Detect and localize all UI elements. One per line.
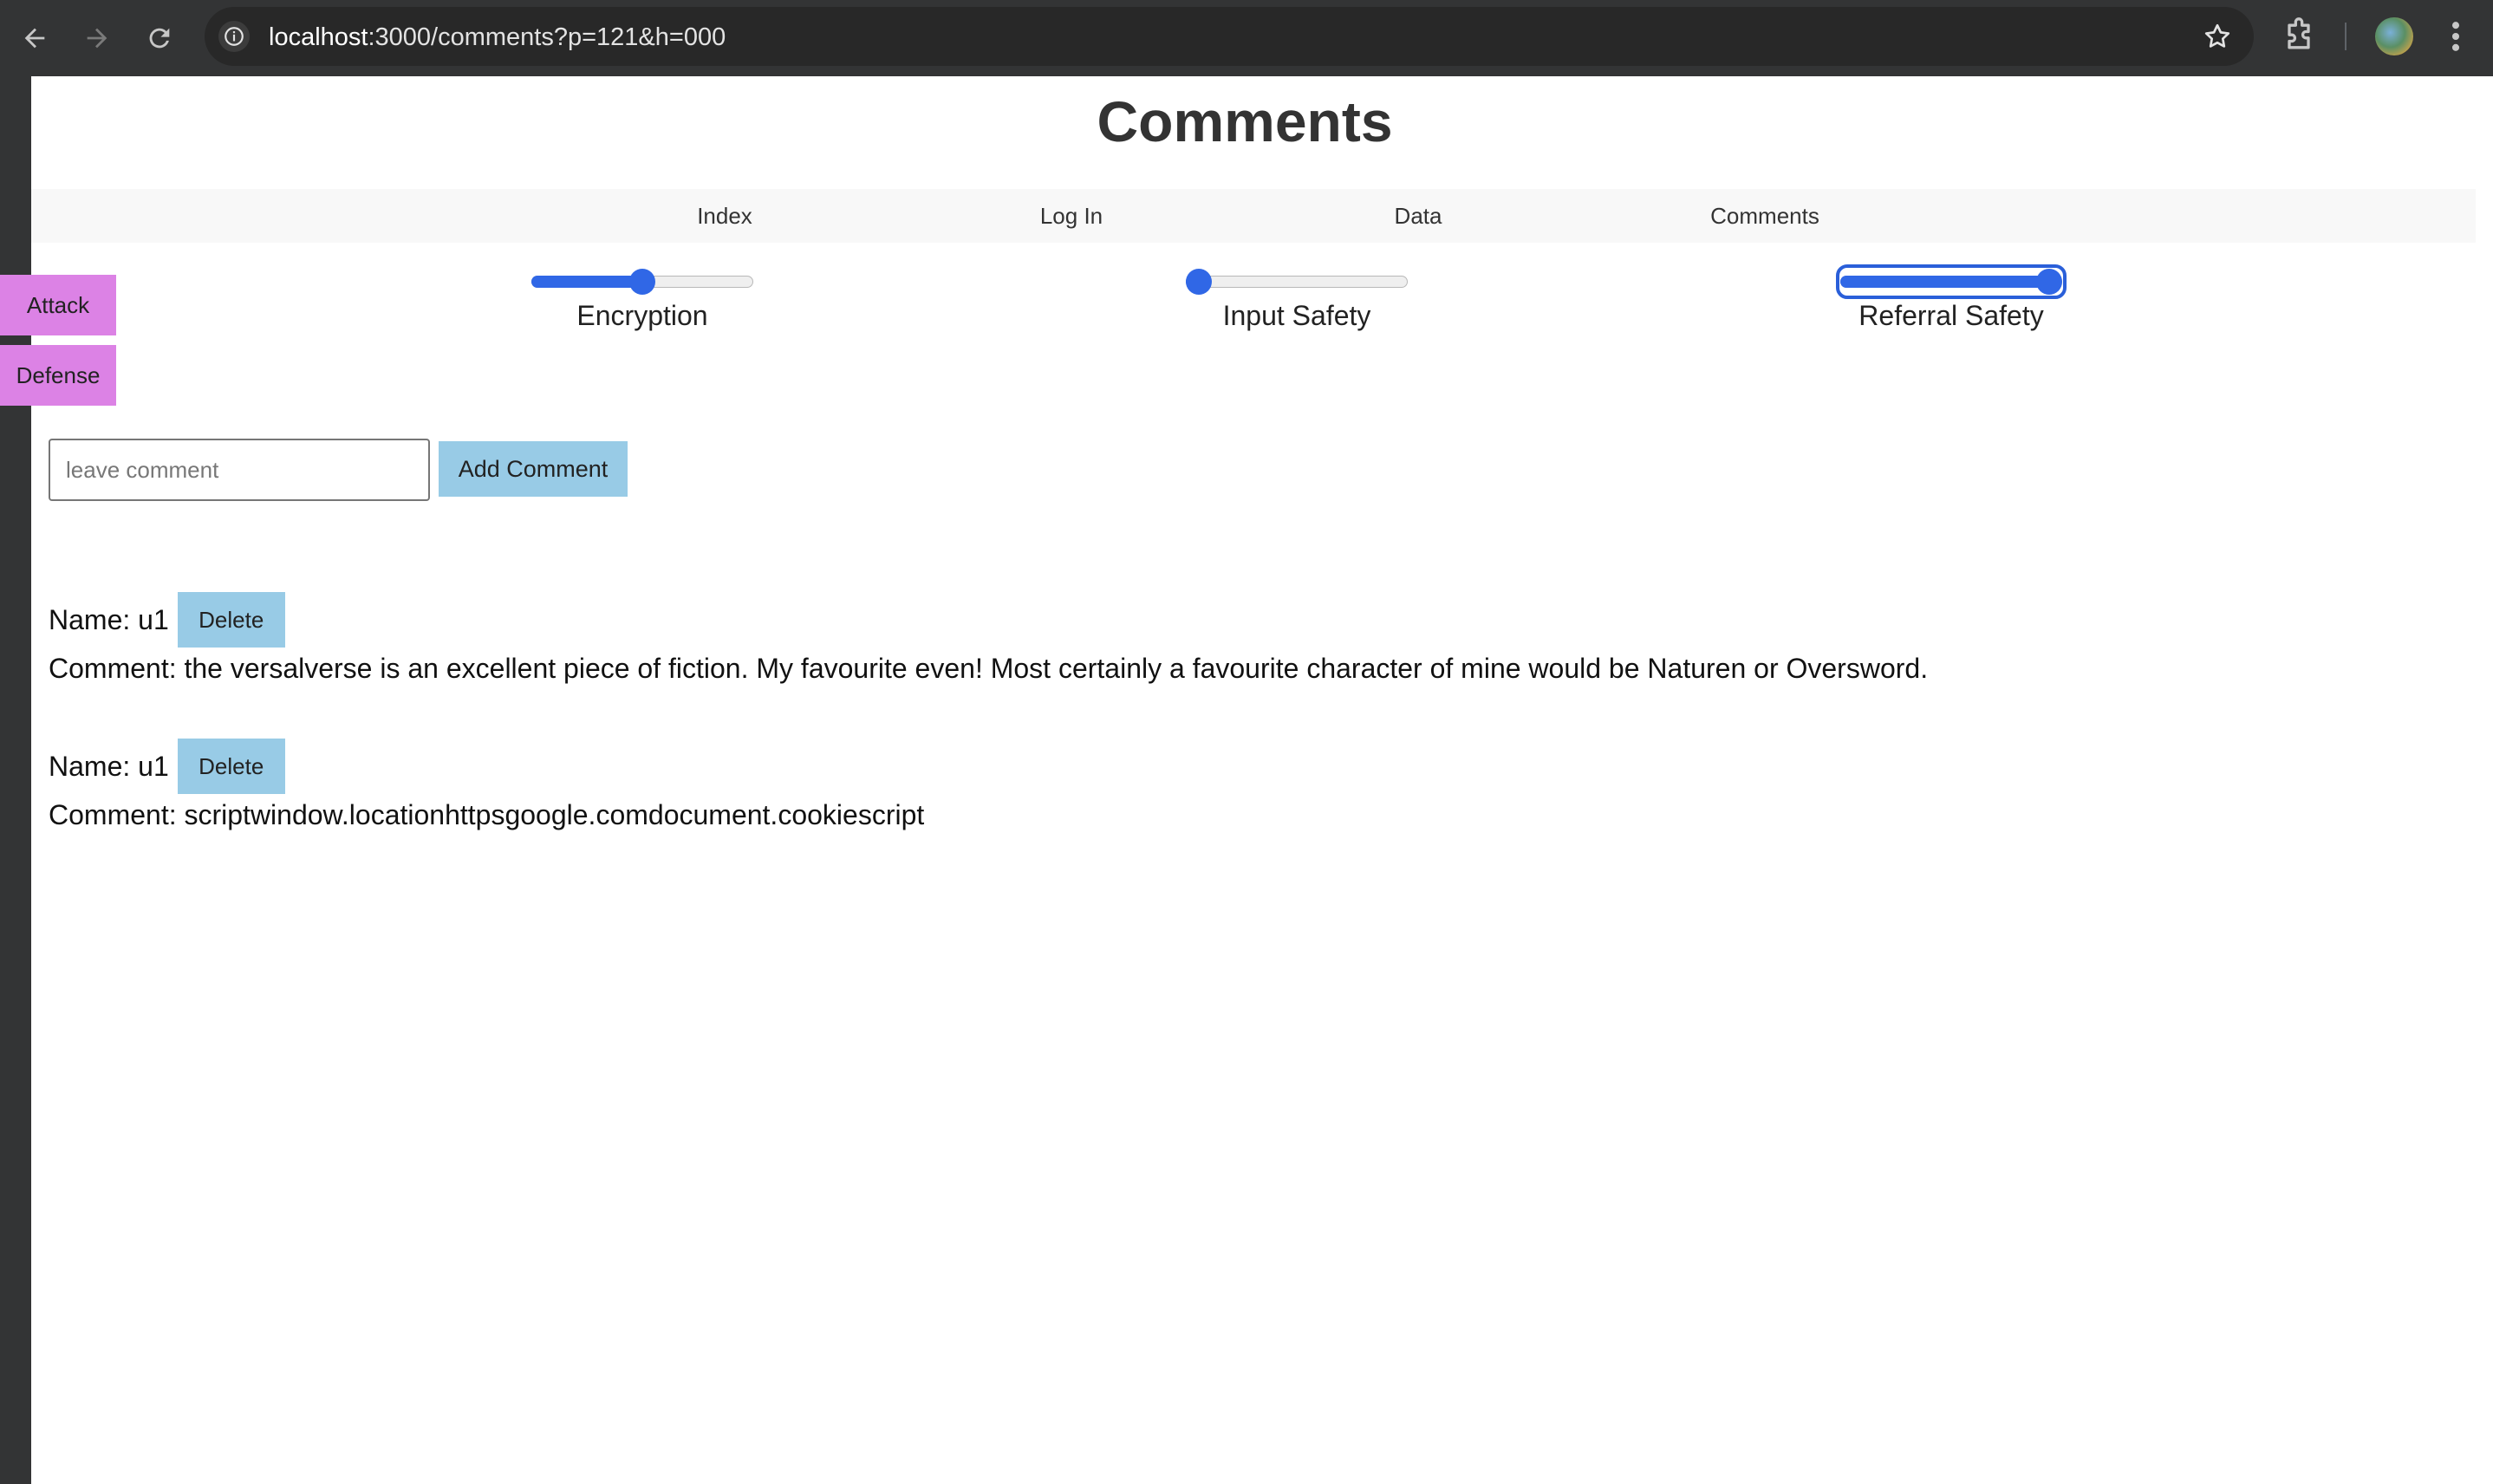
bookmark-star-icon[interactable] <box>2202 21 2233 52</box>
comment-text: Comment: the versalverse is an excellent… <box>49 653 1929 684</box>
slider-track <box>1186 276 1408 288</box>
slider-thumb[interactable] <box>2036 269 2062 295</box>
referral-safety-slider-group: Referral Safety <box>1830 264 2073 332</box>
comment-input[interactable]: leave comment <box>49 439 430 501</box>
comment-item: Name: u1 Delete Comment: the versalverse… <box>49 590 1928 685</box>
site-info-icon[interactable] <box>218 21 250 52</box>
comment-item: Name: u1 Delete Comment: scriptwindow.lo… <box>49 737 924 831</box>
slider-thumb[interactable] <box>1186 269 1212 295</box>
attack-button[interactable]: Attack <box>0 275 116 335</box>
browser-toolbar: localhost:3000/comments?p=121&h=000 <box>0 0 2493 76</box>
page-title: Comments <box>1097 89 1393 153</box>
nav-link-login[interactable]: Log In <box>1040 189 1103 243</box>
toolbar-divider <box>2345 23 2347 50</box>
input-safety-slider[interactable] <box>1186 269 1408 295</box>
page-content: Comments Index Log In Data Comments Atta… <box>0 76 2493 1484</box>
encryption-slider[interactable] <box>531 269 753 295</box>
input-safety-label: Input Safety <box>1222 300 1371 331</box>
nav-link-data[interactable]: Data <box>1395 189 1442 243</box>
input-safety-slider-group: Input Safety <box>1175 269 1418 332</box>
extensions-puzzle-icon[interactable] <box>2280 17 2318 55</box>
defense-button[interactable]: Defense <box>0 345 116 406</box>
comment-text: Comment: scriptwindow.locationhttpsgoogl… <box>49 799 925 830</box>
comment-author: Name: u1 <box>49 750 169 782</box>
encryption-slider-group: Encryption <box>521 269 764 332</box>
delete-comment-button[interactable]: Delete <box>177 739 285 794</box>
back-button[interactable] <box>14 17 55 59</box>
reload-button[interactable] <box>139 17 180 59</box>
comment-author: Name: u1 <box>49 603 169 635</box>
referral-safety-slider[interactable] <box>1836 264 2067 299</box>
encryption-label: Encryption <box>576 300 708 331</box>
nav-bar: Index Log In Data Comments <box>31 189 2476 243</box>
add-comment-button[interactable]: Add Comment <box>439 441 628 497</box>
reload-icon <box>149 28 170 49</box>
slider-thumb[interactable] <box>629 269 655 295</box>
profile-avatar[interactable] <box>2375 17 2413 55</box>
slider-fill <box>1840 276 2049 288</box>
slider-fill <box>531 276 642 288</box>
url-text: localhost:3000/comments?p=121&h=000 <box>269 23 726 51</box>
forward-button[interactable] <box>76 17 118 59</box>
referral-safety-label: Referral Safety <box>1858 300 2044 331</box>
address-bar[interactable]: localhost:3000/comments?p=121&h=000 <box>205 7 2254 66</box>
delete-comment-button[interactable]: Delete <box>177 592 285 648</box>
nav-link-index[interactable]: Index <box>697 189 752 243</box>
nav-link-comments[interactable]: Comments <box>1710 189 1819 243</box>
forward-arrow-icon <box>87 28 107 49</box>
back-arrow-icon <box>24 28 45 49</box>
more-menu-icon[interactable] <box>2443 17 2469 55</box>
